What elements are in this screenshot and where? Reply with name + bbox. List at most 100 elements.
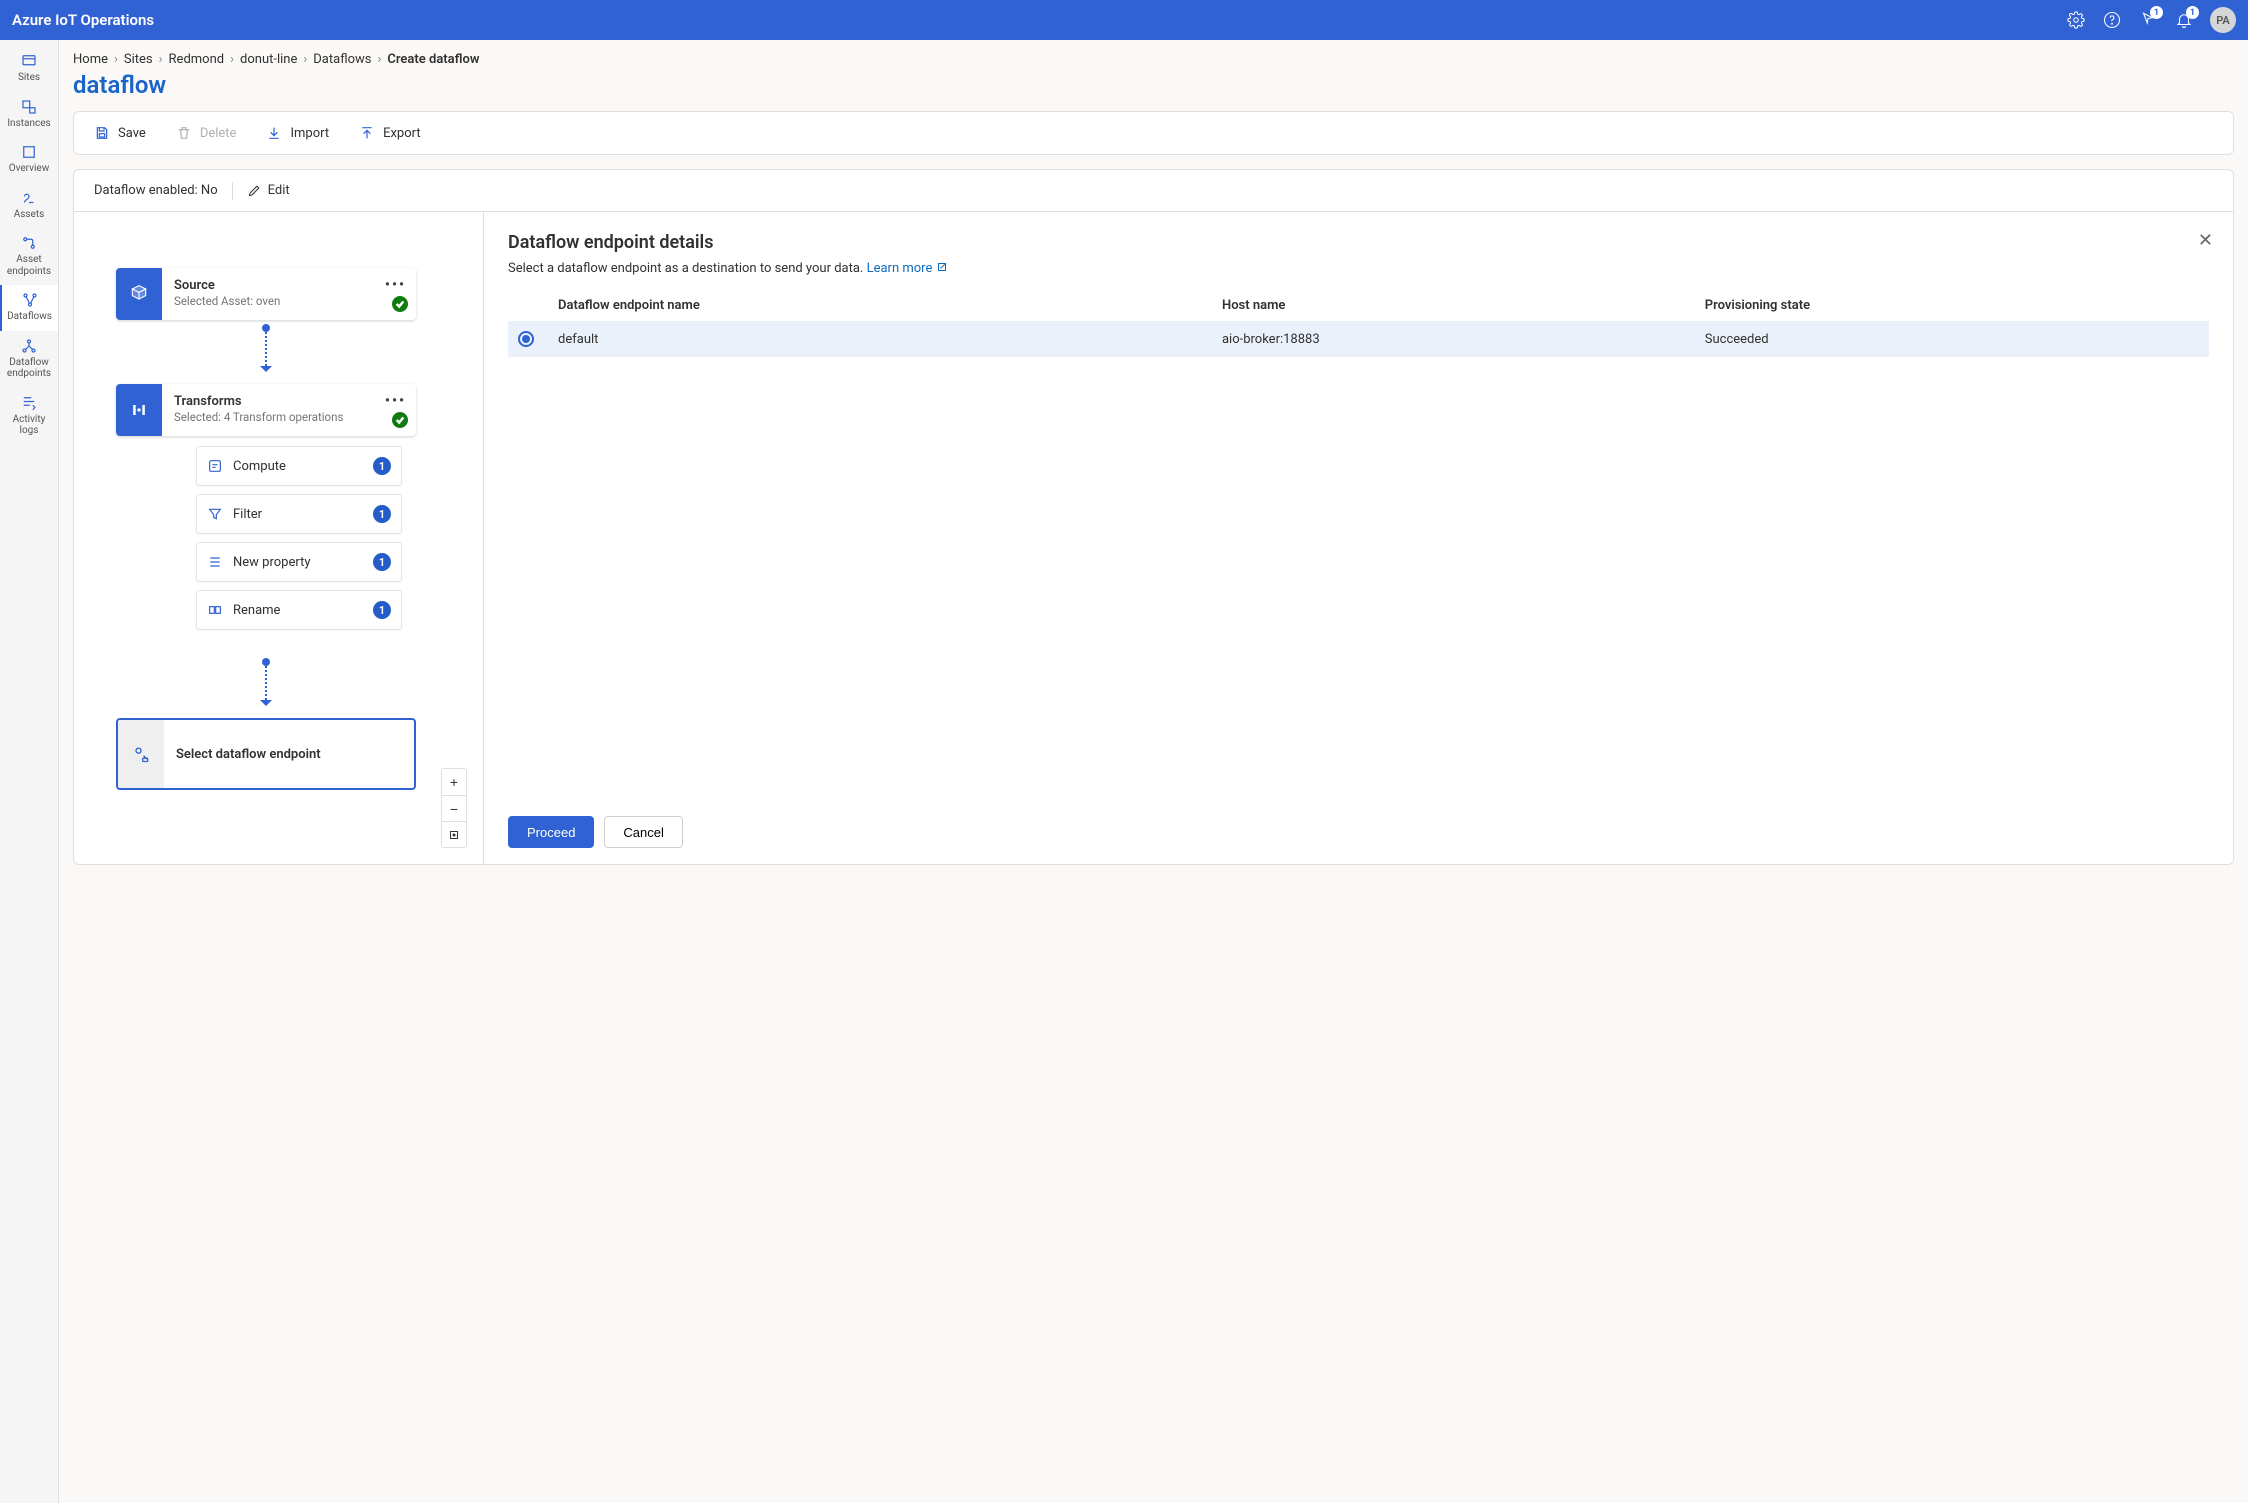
- nav-asset-endpoints-label: Asset endpoints: [2, 254, 56, 277]
- op-filter-count: 1: [373, 505, 391, 523]
- nav-sites[interactable]: Sites: [0, 46, 58, 92]
- op-new-property[interactable]: New property 1: [196, 542, 402, 582]
- alerts-badge: 1: [2186, 6, 2199, 19]
- main: Home› Sites› Redmond› donut-line› Datafl…: [59, 40, 2248, 1503]
- details-title: Dataflow endpoint details: [508, 232, 2209, 253]
- learn-more-link[interactable]: Learn more: [867, 261, 948, 276]
- page-title: dataflow: [73, 71, 2234, 99]
- nav-dataflow-endpoints[interactable]: Dataflow endpoints: [0, 331, 58, 388]
- row-name: default: [548, 321, 1212, 357]
- zoom-out-button[interactable]: −: [442, 795, 466, 821]
- transforms-more-icon[interactable]: •••: [385, 394, 406, 408]
- nav-overview-label: Overview: [9, 163, 50, 175]
- nav-sites-label: Sites: [18, 72, 40, 84]
- split: Source Selected Asset: oven •••: [74, 212, 2233, 864]
- status-strip: Dataflow enabled: No Edit: [74, 170, 2233, 212]
- help-icon[interactable]: [2102, 10, 2122, 30]
- op-compute[interactable]: Compute 1: [196, 446, 402, 486]
- save-button[interactable]: Save: [94, 125, 146, 141]
- row-state: Succeeded: [1695, 321, 2209, 357]
- gear-icon[interactable]: [2066, 10, 2086, 30]
- source-node[interactable]: Source Selected Asset: oven •••: [116, 268, 416, 320]
- nav-asset-endpoints[interactable]: Asset endpoints: [0, 228, 58, 285]
- proceed-button[interactable]: Proceed: [508, 816, 594, 848]
- zoom-controls: + −: [441, 768, 467, 848]
- destination-label: Select dataflow endpoint: [164, 747, 321, 762]
- events-icon[interactable]: 1: [2138, 10, 2158, 30]
- destination-node[interactable]: Select dataflow endpoint: [116, 718, 416, 790]
- leftnav: Sites Instances Overview Assets Asset en…: [0, 40, 59, 1503]
- edit-button[interactable]: Edit: [247, 183, 290, 198]
- transforms-node[interactable]: Transforms Selected: 4 Transform operati…: [116, 384, 416, 436]
- nav-activity-logs-label: Activity logs: [2, 414, 56, 437]
- toolbar: Save Delete Import Export: [73, 111, 2234, 155]
- avatar[interactable]: PA: [2210, 7, 2236, 33]
- divider: [232, 182, 233, 200]
- endpoint-icon: [118, 720, 164, 788]
- crumb-redmond[interactable]: Redmond: [169, 52, 225, 67]
- col-state: Provisioning state: [1695, 290, 2209, 321]
- edit-label: Edit: [268, 183, 290, 198]
- op-rename-label: Rename: [233, 603, 373, 618]
- close-icon[interactable]: ✕: [2198, 230, 2213, 251]
- zoom-fit-button[interactable]: [442, 821, 466, 847]
- source-title: Source: [174, 278, 404, 293]
- transforms-icon: [116, 384, 162, 436]
- nav-assets-label: Assets: [14, 209, 45, 221]
- delete-button: Delete: [176, 125, 237, 141]
- canvas-container: Dataflow enabled: No Edit: [73, 169, 2234, 865]
- op-rename[interactable]: Rename 1: [196, 590, 402, 630]
- col-name: Dataflow endpoint name: [548, 290, 1212, 321]
- crumb-donut-line[interactable]: donut-line: [240, 52, 297, 67]
- export-label: Export: [383, 126, 421, 141]
- row-host: aio-broker:18883: [1212, 321, 1695, 357]
- crumb-current: Create dataflow: [387, 52, 479, 67]
- source-more-icon[interactable]: •••: [385, 278, 406, 292]
- check-icon: [392, 296, 408, 312]
- connector: [265, 662, 267, 710]
- transforms-sub: Selected: 4 Transform operations: [174, 410, 404, 424]
- nav-dataflows-label: Dataflows: [7, 311, 52, 323]
- details-buttons: Proceed Cancel: [508, 800, 2209, 848]
- op-rename-count: 1: [373, 601, 391, 619]
- events-badge: 1: [2150, 6, 2163, 19]
- op-compute-count: 1: [373, 457, 391, 475]
- topbar: Azure IoT Operations 1 1 PA: [0, 0, 2248, 40]
- cancel-button[interactable]: Cancel: [604, 816, 682, 848]
- radio-selected[interactable]: [518, 331, 534, 347]
- nav-dataflows[interactable]: Dataflows: [0, 285, 58, 331]
- nav-overview[interactable]: Overview: [0, 137, 58, 183]
- crumb-home[interactable]: Home: [73, 52, 108, 67]
- op-compute-label: Compute: [233, 459, 373, 474]
- nav-assets[interactable]: Assets: [0, 183, 58, 229]
- canvas: Source Selected Asset: oven •••: [74, 212, 484, 864]
- op-filter[interactable]: Filter 1: [196, 494, 402, 534]
- save-label: Save: [118, 126, 146, 141]
- breadcrumb: Home› Sites› Redmond› donut-line› Datafl…: [73, 52, 2234, 67]
- shell: Sites Instances Overview Assets Asset en…: [0, 40, 2248, 1503]
- op-filter-label: Filter: [233, 507, 373, 522]
- check-icon: [392, 412, 408, 428]
- details-panel: ✕ Dataflow endpoint details Select a dat…: [484, 212, 2233, 864]
- export-button[interactable]: Export: [359, 125, 421, 141]
- notifications-icon[interactable]: 1: [2174, 10, 2194, 30]
- dataflow-enabled-label: Dataflow enabled: No: [94, 183, 218, 198]
- import-button[interactable]: Import: [266, 125, 329, 141]
- crumb-dataflows[interactable]: Dataflows: [313, 52, 371, 67]
- crumb-sites[interactable]: Sites: [124, 52, 153, 67]
- nav-instances[interactable]: Instances: [0, 92, 58, 138]
- endpoint-row[interactable]: default aio-broker:18883 Succeeded: [508, 321, 2209, 357]
- topbar-actions: 1 1 PA: [2066, 7, 2236, 33]
- nav-activity-logs[interactable]: Activity logs: [0, 388, 58, 445]
- import-label: Import: [290, 126, 329, 141]
- endpoint-table: Dataflow endpoint name Host name Provisi…: [508, 290, 2209, 357]
- col-host: Host name: [1212, 290, 1695, 321]
- cube-icon: [116, 268, 162, 320]
- transforms-title: Transforms: [174, 394, 404, 409]
- zoom-in-button[interactable]: +: [442, 769, 466, 795]
- source-sub: Selected Asset: oven: [174, 294, 404, 308]
- nav-instances-label: Instances: [7, 118, 50, 130]
- delete-label: Delete: [200, 126, 237, 141]
- details-desc: Select a dataflow endpoint as a destinat…: [508, 261, 2209, 276]
- brand: Azure IoT Operations: [12, 11, 154, 29]
